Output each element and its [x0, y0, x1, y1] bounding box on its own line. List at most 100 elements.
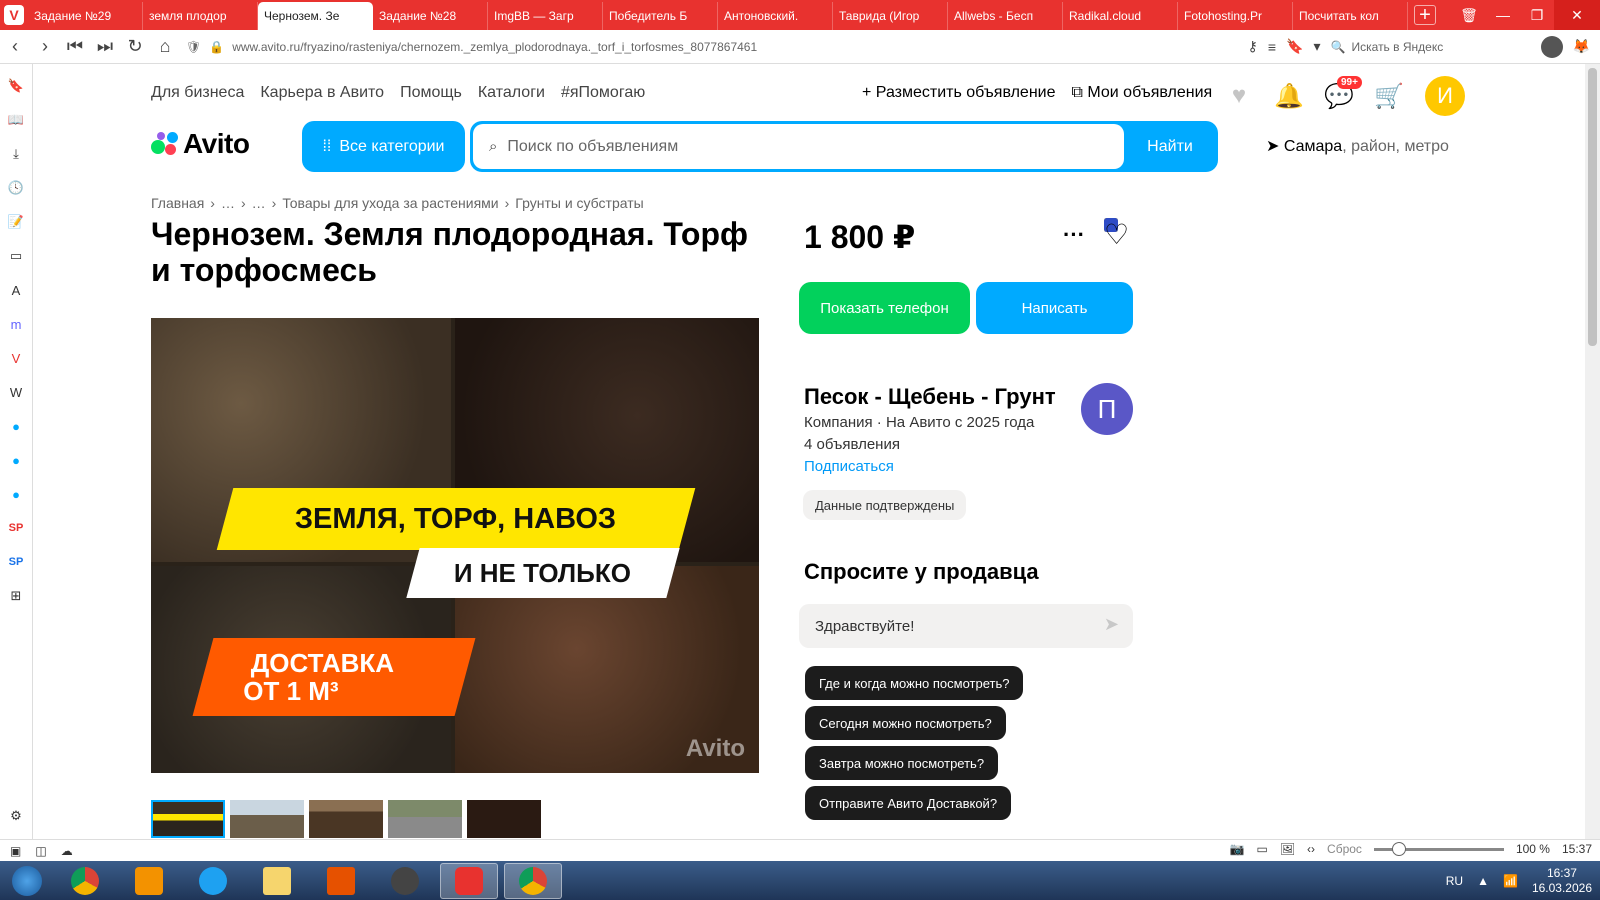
vivaldi-menu-button[interactable]: V — [0, 0, 28, 30]
forward-icon[interactable]: › — [30, 36, 60, 57]
dropdown-icon[interactable]: ▾ — [1314, 38, 1321, 55]
url-field[interactable]: 🛡 🔒 www.avito.ru/fryazino/rasteniya/cher… — [186, 40, 1248, 54]
avito-panel-icon[interactable]: ● — [6, 416, 26, 436]
bookmark-icon[interactable]: 🔖 — [1286, 38, 1303, 55]
nav-help[interactable]: Помощь — [400, 84, 462, 102]
ie-taskbar-icon[interactable] — [184, 863, 242, 899]
avito-panel-icon[interactable]: ● — [6, 450, 26, 470]
sp-panel-icon[interactable]: SP — [6, 552, 26, 572]
send-icon[interactable]: ➤ — [1104, 614, 1119, 635]
more-options-icon[interactable]: ··· — [1063, 222, 1085, 248]
hp-taskbar-icon[interactable] — [376, 863, 434, 899]
tiling-icon[interactable]: ◫ — [35, 844, 46, 858]
nav-career[interactable]: Карьера в Авито — [260, 84, 384, 102]
profile-icon[interactable] — [1540, 35, 1563, 58]
bell-icon[interactable]: 🔔 — [1274, 82, 1304, 110]
new-tab-button[interactable]: + — [1414, 4, 1436, 26]
reader-icon[interactable]: ≡ — [1268, 39, 1276, 55]
chrome-taskbar-icon[interactable] — [56, 863, 114, 899]
reading-list-icon[interactable]: 📖 — [6, 110, 26, 130]
notes-icon[interactable]: 📝 — [6, 212, 26, 232]
rewind-icon[interactable]: ⏮ — [60, 36, 90, 57]
back-icon[interactable]: ‹ — [0, 36, 30, 57]
ask-seller-input[interactable]: Здравствуйте! ➤ — [799, 604, 1133, 648]
minimize-button[interactable]: — — [1486, 7, 1520, 23]
capture-icon[interactable]: 📷 — [1230, 842, 1245, 856]
location-selector[interactable]: ➤ Самара, район, метро — [1266, 136, 1449, 156]
browser-tab[interactable]: RRadikal.cloud — [1063, 2, 1178, 232]
seller-avatar[interactable]: П — [1081, 383, 1133, 435]
thumbnail[interactable] — [467, 800, 541, 838]
favorite-heart-icon[interactable]: ♡ — [1104, 218, 1129, 251]
start-button[interactable] — [4, 863, 50, 899]
seller-ads-count[interactable]: 4 объявления — [804, 436, 900, 453]
network-signal-icon[interactable]: 📶 — [1503, 874, 1518, 888]
home-icon[interactable]: ⌂ — [150, 36, 180, 57]
add-panel-icon[interactable]: ⊞ — [6, 586, 26, 606]
browser-tab[interactable]: земля плодор — [143, 2, 1118, 232]
messages-icon[interactable]: 💬 99+ — [1324, 76, 1362, 110]
show-phone-button[interactable]: Показать телефон — [799, 282, 970, 334]
quick-question-chip[interactable]: Отправите Авито Доставкой? — [805, 786, 1012, 820]
quick-question-chip[interactable]: Где и когда можно посмотреть? — [805, 666, 1024, 700]
language-indicator[interactable]: RU — [1446, 874, 1463, 888]
maximize-button[interactable]: ❐ — [1520, 7, 1554, 24]
sync-cloud-icon[interactable]: ☁ — [61, 844, 73, 858]
thumbnail[interactable] — [309, 800, 383, 838]
mastodon-icon[interactable]: m — [6, 314, 26, 334]
breadcrumb-soils[interactable]: Грунты и субстраты — [515, 195, 643, 211]
close-window-button[interactable]: ✕ — [1554, 0, 1600, 30]
cart-icon[interactable]: 🛒 — [1374, 82, 1404, 110]
page-scrollbar[interactable] — [1585, 64, 1600, 839]
browser-tab[interactable]: Таврида (Игор — [833, 2, 1118, 232]
chrome-active-taskbar-icon[interactable] — [504, 862, 562, 899]
quick-question-chip[interactable]: Сегодня можно посмотреть? — [805, 706, 1006, 740]
browser-tab[interactable]: Посчитать кол — [1104, 2, 1408, 232]
search-button[interactable]: Найти — [1122, 121, 1218, 172]
settings-icon[interactable]: ⚙ — [6, 806, 26, 826]
zoom-slider[interactable] — [1373, 841, 1504, 856]
browser-tab[interactable]: SPЗадание №29 — [28, 2, 1118, 232]
nav-for-business[interactable]: Для бизнеса — [151, 84, 244, 102]
breadcrumb-item[interactable]: … — [252, 195, 266, 211]
my-ads-link[interactable]: ⧉ Мои объявления — [1072, 84, 1213, 102]
listing-photo[interactable]: ЗЕМЛЯ, ТОРФ, НАВОЗ И НЕ ТОЛЬКО ДОСТАВКА … — [151, 318, 759, 773]
wikipedia-icon[interactable]: W — [6, 382, 26, 402]
fast-forward-icon[interactable]: ⏭ — [90, 36, 120, 57]
image-icon[interactable]: 🖼 — [1280, 842, 1295, 856]
scrollbar-thumb[interactable] — [1588, 68, 1597, 346]
browser-tab[interactable]: SPЗадание №28 — [373, 2, 1118, 232]
vivaldi-taskbar-icon[interactable] — [440, 862, 498, 899]
downloads-icon[interactable]: ⤓ — [6, 144, 26, 164]
post-ad-link[interactable]: + Разместить объявление — [862, 84, 1056, 102]
browser-tab[interactable]: VKПобедитель Б — [603, 2, 1118, 232]
yandex-search-field[interactable]: 🔍 Искать в Яндекс — [1331, 40, 1541, 54]
breadcrumb-home[interactable]: Главная — [151, 195, 204, 211]
tray-expand-icon[interactable]: ▲ — [1477, 874, 1489, 888]
heart-icon[interactable]: ♥ — [1225, 82, 1253, 110]
browser-tab[interactable]: Allwebs - Бесп — [948, 2, 1118, 232]
window-panel-icon[interactable]: ▭ — [6, 246, 26, 266]
extension-fox-icon[interactable]: 🦊 — [1573, 38, 1590, 55]
breadcrumb-plant-care[interactable]: Товары для ухода за растениями — [282, 195, 498, 211]
taskbar-clock[interactable]: 16:37 16.03.2026 — [1532, 866, 1592, 896]
thumbnail[interactable] — [388, 800, 462, 838]
breadcrumb-item[interactable]: … — [221, 195, 235, 211]
shield-icon[interactable]: 🛡 — [186, 40, 201, 54]
avito-panel-icon[interactable]: ● — [6, 484, 26, 504]
key-icon[interactable]: ⚷ — [1248, 38, 1258, 55]
avito-logo[interactable]: Avito — [151, 128, 250, 160]
browser-tab[interactable]: ibbImgBB — Загр — [488, 2, 1118, 232]
explorer-taskbar-icon[interactable] — [248, 863, 306, 899]
reload-icon[interactable]: ↻ — [120, 36, 150, 57]
browser-tab[interactable]: LIBАнтоновский. — [718, 2, 1118, 232]
subscribe-link[interactable]: Подписаться — [804, 458, 894, 475]
tile-icon[interactable]: ▭ — [1256, 842, 1267, 856]
zoom-reset[interactable]: Сброс — [1327, 842, 1362, 856]
nav-catalogs[interactable]: Каталоги — [478, 84, 545, 102]
search-input[interactable]: ⌕ Поиск по объявлениям — [473, 124, 1124, 169]
history-icon[interactable]: 🕓 — [6, 178, 26, 198]
all-categories-button[interactable]: ⁞⁞ Все категории — [302, 121, 465, 172]
bookmarks-panel-icon[interactable]: 🔖 — [6, 76, 26, 96]
thumbnail[interactable] — [230, 800, 304, 838]
